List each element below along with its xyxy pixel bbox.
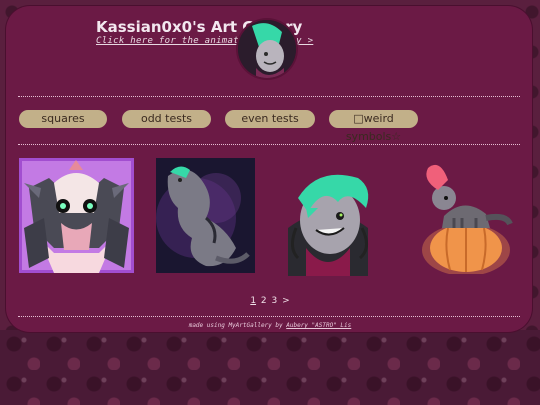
footer-made-using: made using MyArtGallery by bbox=[188, 322, 283, 329]
gallery-thumb-1[interactable] bbox=[19, 158, 134, 273]
next-page-link[interactable]: > bbox=[282, 296, 290, 306]
pumpkin-creature-image bbox=[422, 164, 513, 276]
avatar[interactable] bbox=[238, 20, 296, 78]
top-divider bbox=[18, 96, 520, 97]
tag-even-tests[interactable]: even tests bbox=[225, 110, 315, 128]
footer-credit: made using MyArtGallery by Aubery "ASTRO… bbox=[0, 322, 540, 329]
page-3-link[interactable]: 3 bbox=[272, 296, 278, 306]
pagination: 1 2 3 > bbox=[0, 296, 540, 306]
green-hair-bust-image bbox=[288, 174, 369, 276]
page-2-link[interactable]: 2 bbox=[261, 296, 267, 306]
dark-dragon-image bbox=[156, 158, 255, 273]
tag-squares[interactable]: squares bbox=[19, 110, 107, 128]
dragon-mask-image bbox=[19, 158, 134, 273]
background-pattern bbox=[0, 330, 540, 405]
avatar-portrait bbox=[238, 20, 296, 78]
tag-odd-tests[interactable]: odd tests bbox=[122, 110, 211, 128]
middle-divider bbox=[18, 144, 520, 145]
gallery-thumb-3[interactable] bbox=[278, 158, 378, 276]
gallery-thumb-2[interactable] bbox=[156, 158, 255, 273]
footer-author-link[interactable]: Aubery "ASTRO" Lis bbox=[286, 322, 351, 329]
gallery-thumb-4[interactable] bbox=[414, 158, 516, 276]
page-1-link[interactable]: 1 bbox=[250, 296, 256, 306]
bottom-divider bbox=[18, 316, 520, 317]
tag-weird-symbols[interactable]: □weird symbols☆ bbox=[329, 110, 418, 143]
